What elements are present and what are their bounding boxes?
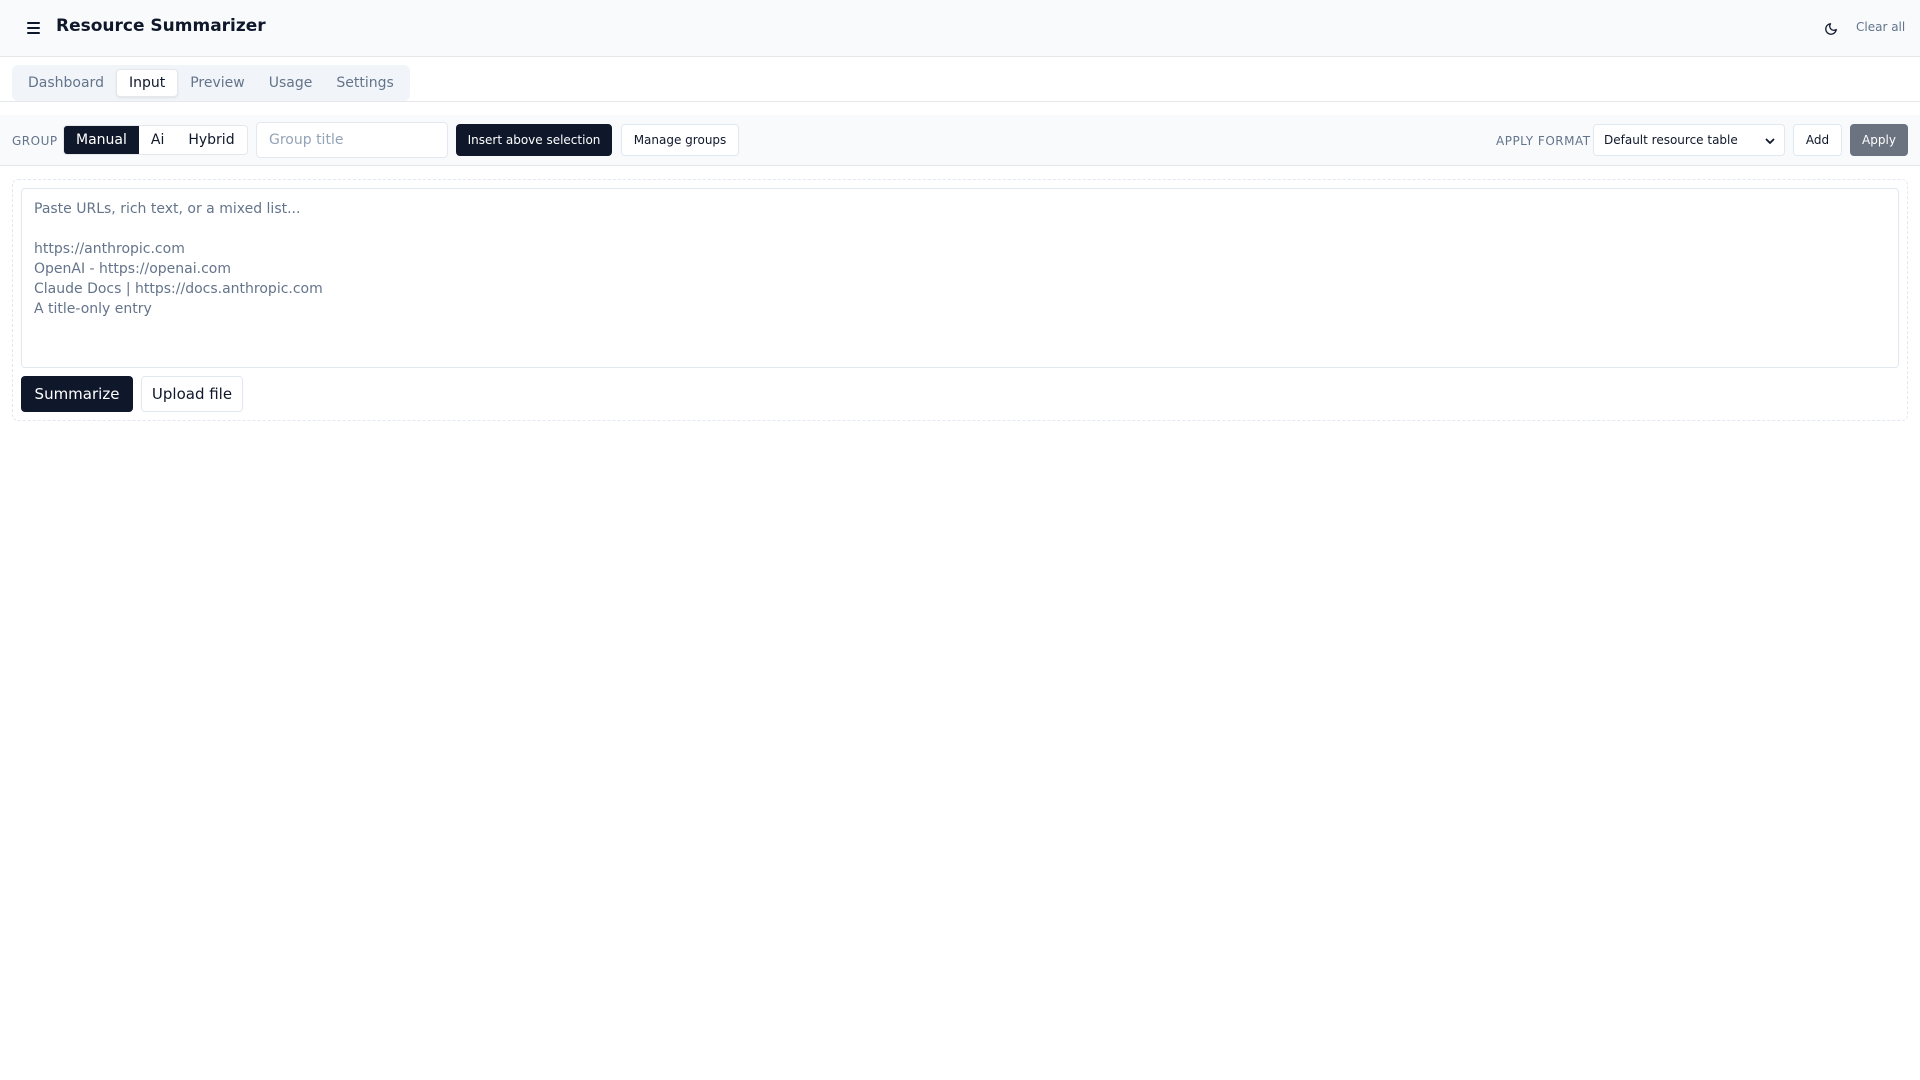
tab-dashboard[interactable]: Dashboard bbox=[16, 69, 116, 97]
tab-bar: Dashboard Input Preview Usage Settings bbox=[12, 65, 410, 101]
clear-all-button[interactable]: Clear all bbox=[1856, 20, 1905, 34]
mode-manual-button[interactable]: Manual bbox=[64, 126, 139, 154]
resource-input-textarea[interactable] bbox=[21, 188, 1899, 368]
group-title-input[interactable] bbox=[256, 122, 448, 158]
app-title: Resource Summarizer bbox=[56, 16, 266, 36]
manage-groups-button[interactable]: Manage groups bbox=[621, 124, 739, 156]
hamburger-icon[interactable] bbox=[22, 17, 44, 39]
hamburger-line bbox=[26, 32, 40, 34]
apply-format-label: APPLY FORMAT bbox=[1496, 134, 1591, 148]
input-panel: Summarize Upload file bbox=[12, 179, 1908, 421]
hamburger-line bbox=[26, 27, 40, 29]
summarize-button[interactable]: Summarize bbox=[21, 376, 133, 412]
format-select-value: Default resource table bbox=[1604, 133, 1738, 147]
apply-format-button[interactable]: Apply bbox=[1850, 124, 1908, 156]
group-label: GROUP bbox=[12, 134, 58, 148]
hamburger-line bbox=[26, 22, 40, 24]
group-toolbar: GROUP Manual Ai Hybrid Insert above sele… bbox=[0, 115, 1920, 166]
group-mode-toggle: Manual Ai Hybrid bbox=[63, 125, 248, 155]
moon-icon[interactable] bbox=[1820, 18, 1842, 40]
format-select[interactable]: Default resource table bbox=[1593, 124, 1785, 156]
tab-settings[interactable]: Settings bbox=[324, 69, 405, 97]
tab-usage[interactable]: Usage bbox=[257, 69, 325, 97]
mode-hybrid-button[interactable]: Hybrid bbox=[176, 126, 246, 154]
add-format-button[interactable]: Add bbox=[1793, 124, 1842, 156]
upload-file-button[interactable]: Upload file bbox=[141, 376, 243, 412]
tab-input[interactable]: Input bbox=[115, 69, 179, 97]
tab-preview[interactable]: Preview bbox=[178, 69, 257, 97]
top-bar: Resource Summarizer Clear all bbox=[0, 0, 1920, 57]
tabs-divider bbox=[0, 101, 1920, 102]
insert-above-selection-button[interactable]: Insert above selection bbox=[456, 124, 612, 156]
mode-ai-button[interactable]: Ai bbox=[139, 126, 176, 154]
chevron-down-icon bbox=[1765, 138, 1775, 144]
